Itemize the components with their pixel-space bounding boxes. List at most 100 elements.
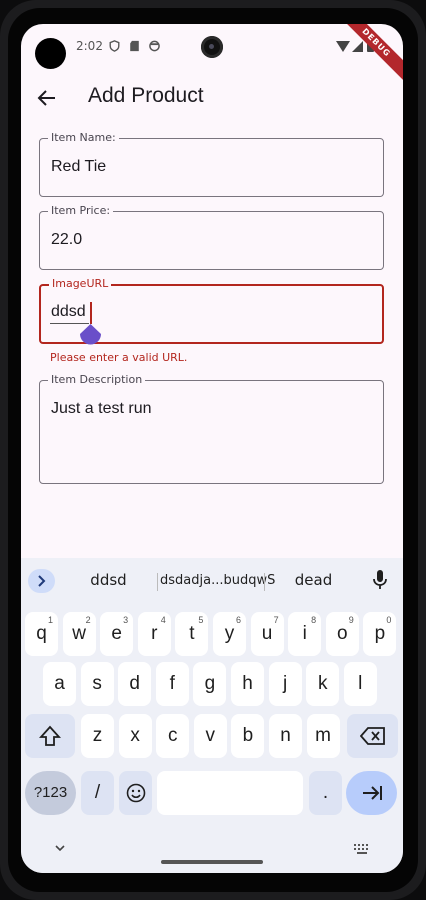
key-p[interactable]: p0 <box>363 612 397 656</box>
key-label: z <box>92 725 103 746</box>
chevron-down-icon[interactable] <box>55 843 65 853</box>
item-description-label: Item Description <box>48 373 146 386</box>
key-label: f <box>169 673 175 694</box>
key-s[interactable]: s <box>80 662 114 706</box>
sd-card-icon <box>130 40 139 52</box>
emoji-icon <box>126 783 145 803</box>
key-m[interactable]: m <box>306 714 340 758</box>
key-label: b <box>242 725 254 746</box>
key-z[interactable]: z <box>81 714 114 758</box>
key-hint: 8 <box>311 615 317 625</box>
key-label: m <box>315 725 331 746</box>
key-v[interactable]: v <box>193 714 227 758</box>
image-url-value: ddsd <box>51 303 86 320</box>
item-price-label: Item Price: <box>48 204 114 217</box>
key-label: x <box>130 725 140 746</box>
key-k[interactable]: k <box>306 662 340 706</box>
space-key[interactable] <box>157 771 303 815</box>
keyboard-icon[interactable] <box>354 844 370 854</box>
key-hint: 5 <box>198 615 204 625</box>
key-e[interactable]: e3 <box>100 612 134 656</box>
key-b[interactable]: b <box>231 714 265 758</box>
slash-key[interactable]: / <box>81 771 114 815</box>
key-hint: 1 <box>47 615 53 625</box>
item-price-value: 22.0 <box>51 231 83 248</box>
chevron-right-icon <box>38 575 46 587</box>
key-hint: 4 <box>160 615 166 625</box>
key-j[interactable]: j <box>268 662 302 706</box>
page-title: Add Product <box>88 84 204 107</box>
key-label: r <box>151 623 158 644</box>
app-bar: Add Product <box>21 80 403 116</box>
image-url-label: ImageURL <box>49 277 112 290</box>
debug-banner: DEBUG <box>332 24 403 87</box>
key-x[interactable]: x <box>118 714 152 758</box>
symbols-key[interactable]: ?123 <box>25 771 76 815</box>
key-f[interactable]: f <box>155 662 189 706</box>
item-description-field[interactable]: Item Description Just a test run <box>39 373 384 484</box>
key-d[interactable]: d <box>118 662 152 706</box>
key-label: a <box>54 673 65 694</box>
cursor-handle[interactable] <box>80 324 101 348</box>
wifi-icon <box>336 41 350 52</box>
key-label: i <box>302 623 307 644</box>
key-n[interactable]: n <box>269 714 302 758</box>
shield-icon <box>109 40 120 52</box>
item-name-field[interactable]: Item Name: Red Tie <box>39 131 384 197</box>
key-label: w <box>72 623 86 644</box>
key-label: c <box>167 725 178 746</box>
mic-icon[interactable] <box>373 570 387 590</box>
status-time: 2:02 <box>76 39 103 53</box>
phone-screen: 2:02 DEBUG Add Product Item Name: Red Ti… <box>21 24 403 873</box>
key-label: d <box>129 673 140 694</box>
key-label: g <box>204 673 216 694</box>
suggestion-3[interactable]: dead <box>286 571 341 589</box>
enter-key[interactable] <box>346 771 397 815</box>
key-label: q <box>36 623 47 644</box>
key-q[interactable]: q1 <box>25 612 58 656</box>
home-gesture-bar[interactable] <box>161 860 263 864</box>
key-o[interactable]: o9 <box>325 612 359 656</box>
image-url-error: Please enter a valid URL. <box>50 351 188 364</box>
suggestion-strip: ddsd dsdadja...budqwS dead <box>21 558 403 602</box>
enter-tab-icon <box>362 786 382 800</box>
back-arrow-icon[interactable] <box>35 86 59 110</box>
key-r[interactable]: r4 <box>137 612 171 656</box>
status-bar: 2:02 DEBUG <box>21 24 403 87</box>
key-g[interactable]: g <box>193 662 227 706</box>
key-label: u <box>261 623 273 644</box>
key-hint: 9 <box>348 615 354 625</box>
suggestion-divider <box>157 573 158 591</box>
key-hint: 0 <box>386 615 392 625</box>
key-label: o <box>337 623 348 644</box>
suggestion-2[interactable]: dsdadja...budqwS <box>160 573 275 588</box>
key-hint: 6 <box>235 615 241 625</box>
key-label: y <box>224 623 235 644</box>
key-a[interactable]: a <box>43 662 76 706</box>
key-i[interactable]: i8 <box>288 612 322 656</box>
item-price-field[interactable]: Item Price: 22.0 <box>39 204 384 270</box>
key-y[interactable]: y6 <box>213 612 246 656</box>
key-label: j <box>282 673 288 694</box>
key-hint: 2 <box>85 615 91 625</box>
backspace-key[interactable] <box>347 714 398 758</box>
suggestion-1[interactable]: ddsd <box>81 571 136 589</box>
expand-toolbar-button[interactable] <box>28 569 55 593</box>
suggestion-divider <box>264 573 265 591</box>
text-cursor <box>90 302 92 324</box>
key-h[interactable]: h <box>231 662 264 706</box>
item-name-label: Item Name: <box>48 131 119 144</box>
shift-icon <box>38 725 62 746</box>
item-name-value: Red Tie <box>51 158 107 175</box>
key-w[interactable]: w2 <box>62 612 96 656</box>
key-c[interactable]: c <box>156 714 190 758</box>
key-t[interactable]: t5 <box>175 612 209 656</box>
camera-cutout <box>35 38 66 69</box>
key-l[interactable]: l <box>343 662 377 706</box>
shift-key[interactable] <box>25 714 75 758</box>
period-key[interactable]: . <box>309 771 342 815</box>
key-u[interactable]: u7 <box>250 612 284 656</box>
emoji-key[interactable] <box>119 771 152 815</box>
key-label: p <box>374 623 386 644</box>
key-label: h <box>242 673 253 694</box>
